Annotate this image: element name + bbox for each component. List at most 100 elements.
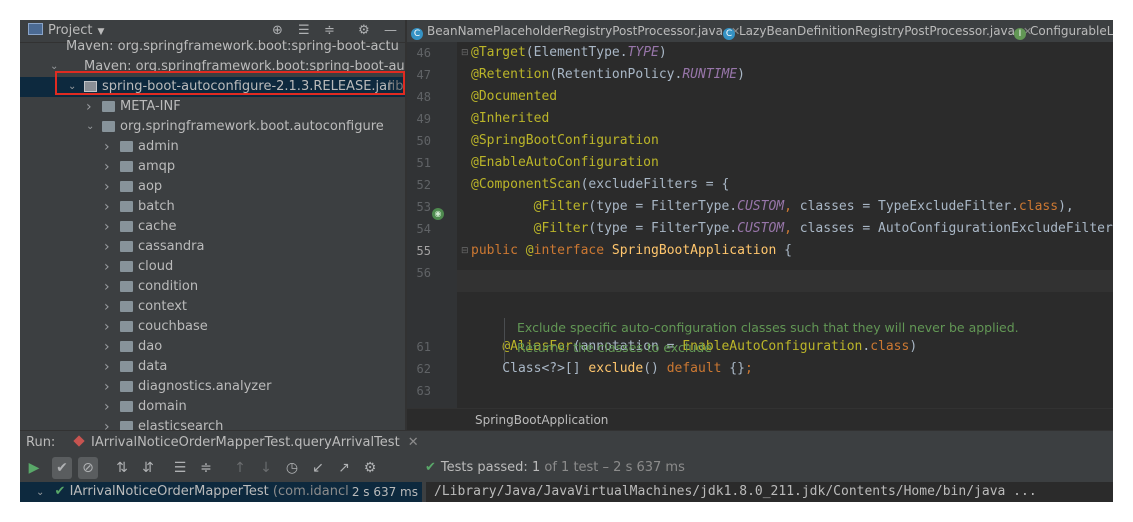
folder-icon [120, 401, 133, 412]
line-number: 63 [416, 384, 431, 398]
rerun-icon[interactable]: ▶ [24, 454, 44, 482]
chevron-right-icon[interactable]: › [104, 157, 110, 177]
show-ignored-icon[interactable]: ⊘ [78, 457, 98, 479]
folder-icon [102, 101, 115, 112]
fold-icon[interactable]: ⊟ [461, 246, 469, 256]
chevron-down-icon[interactable]: ⌄ [86, 117, 94, 137]
tree-item[interactable]: › batch [20, 197, 405, 217]
breadcrumb-item[interactable]: SpringBootApplication [475, 409, 608, 430]
tree-item[interactable]: › couchbase [20, 317, 405, 337]
fold-icon[interactable]: ⊟ [461, 48, 469, 58]
sort-alpha-icon[interactable]: ⇅ [112, 454, 132, 482]
arrow-up-icon[interactable]: ↑ [230, 454, 250, 482]
line-number: 61 [416, 340, 431, 354]
run-tab-label: IArrivalNoticeOrderMapperTest.queryArriv… [91, 435, 400, 450]
tree-item[interactable]: › context [20, 297, 405, 317]
test-duration: 2 s 637 ms [351, 485, 418, 499]
expand-all-icon[interactable]: ☰ [170, 454, 190, 482]
tree-item[interactable]: ⌄ org.springframework.boot.autoconfigure [20, 117, 405, 137]
chevron-right-icon[interactable]: › [104, 417, 110, 430]
line-number: 54 [416, 222, 431, 236]
breadcrumb[interactable]: SpringBootApplication [407, 408, 1113, 430]
tree-item-label: dao [138, 339, 163, 354]
tree-item-label: condition [138, 279, 199, 294]
tree-item[interactable]: › META-INF [20, 97, 405, 117]
chevron-right-icon[interactable]: › [104, 297, 110, 317]
test-name: IArrivalNoticeOrderMapperTest [69, 484, 269, 499]
code-line: @Documented [471, 89, 558, 104]
check-icon: ✔ [425, 460, 436, 475]
chevron-down-icon[interactable]: ⌄ [36, 487, 44, 498]
tree-item-label: cloud [138, 259, 174, 274]
chevron-right-icon[interactable]: › [104, 377, 110, 397]
sort-duration-icon[interactable]: ⇵ [138, 454, 158, 482]
chevron-right-icon[interactable]: › [104, 217, 110, 237]
tree-item[interactable]: › cache [20, 217, 405, 237]
chevron-right-icon[interactable]: › [104, 357, 110, 377]
chevron-right-icon[interactable]: › [104, 177, 110, 197]
collapse-all-icon[interactable]: ≑ [196, 454, 216, 482]
chevron-right-icon[interactable]: › [104, 257, 110, 277]
tree-item[interactable]: › aop [20, 177, 405, 197]
chevron-right-icon[interactable]: › [104, 337, 110, 357]
tree-item[interactable]: Maven: org.springframework.boot:spring-b… [20, 37, 405, 57]
tree-item[interactable]: › elasticsearch [20, 417, 405, 430]
line-number: 51 [416, 156, 431, 170]
tree-item-label: aop [138, 179, 163, 194]
bean-icon[interactable]: ◉ [432, 208, 444, 220]
chevron-right-icon[interactable]: › [86, 97, 92, 117]
chevron-right-icon[interactable]: › [104, 137, 110, 157]
tree-item[interactable]: › admin [20, 137, 405, 157]
folder-icon [120, 181, 133, 192]
code-line: @Target(ElementType.TYPE) [471, 45, 667, 60]
folder-icon [120, 281, 133, 292]
code-line: @Filter(type = FilterType.CUSTOM, classe… [533, 199, 1074, 214]
tree-item[interactable]: › dao [20, 337, 405, 357]
line-number: 56 [416, 266, 431, 280]
tree-item[interactable]: › cassandra [20, 237, 405, 257]
line-number: 55 [416, 244, 431, 258]
tree-item[interactable]: › domain [20, 397, 405, 417]
console-line: /Library/Java/JavaVirtualMachines/jdk1.8… [434, 484, 1037, 499]
tree-item[interactable]: › amqp [20, 157, 405, 177]
chevron-right-icon[interactable]: › [104, 277, 110, 297]
show-passed-icon[interactable]: ✔ [52, 457, 72, 479]
tree-item[interactable]: › diagnostics.analyzer [20, 377, 405, 397]
editor-tab[interactable]: C BeanNamePlaceholderRegistryPostProcesso… [411, 20, 740, 42]
close-icon[interactable]: ✕ [408, 435, 419, 450]
console-output[interactable]: /Library/Java/JavaVirtualMachines/jdk1.8… [426, 482, 1113, 502]
rendered-doc-comment: Exclude specific auto-configuration clas… [504, 318, 1113, 362]
folder-icon [120, 321, 133, 332]
folder-icon [120, 161, 133, 172]
tree-item-label: batch [138, 199, 175, 214]
code-line: @Inherited [471, 111, 550, 126]
code-editor[interactable]: 46 @Target(ElementType.TYPE) 47 @Retention(… [407, 42, 1113, 430]
tree-item-label: diagnostics.analyzer [138, 379, 272, 394]
tree-item[interactable]: › data [20, 357, 405, 377]
run-tab[interactable]: IArrivalNoticeOrderMapperTest.queryArriv… [73, 431, 419, 455]
test-package: (com.idancl [272, 484, 349, 499]
tree-item-label: admin [138, 139, 179, 154]
import-icon[interactable]: ↙ [308, 454, 328, 482]
editor-tab[interactable]: I ConfigurableLis [1014, 20, 1113, 42]
tree-item[interactable]: › cloud [20, 257, 405, 277]
history-icon[interactable]: ◷ [282, 454, 302, 482]
code-line: @Retention(RetentionPolicy.RUNTIME) [471, 67, 745, 82]
library-icon [48, 41, 61, 52]
export-icon[interactable]: ↗ [334, 454, 354, 482]
test-config-icon [73, 435, 85, 447]
code-line: @SpringBootConfiguration [471, 133, 659, 148]
arrow-down-icon[interactable]: ↓ [256, 454, 276, 482]
chevron-right-icon[interactable]: › [104, 397, 110, 417]
chevron-right-icon[interactable]: › [104, 197, 110, 217]
run-toolbar: ▶ ✔ ⊘ ⇅ ⇵ ☰ ≑ ↑ ↓ ◷ ↙ ↗ ⚙ ✔ Tests passed:… [20, 454, 1113, 482]
test-tree-row[interactable]: ⌄ ✔ IArrivalNoticeOrderMapperTest (com.i… [20, 482, 422, 502]
tree-item-label: elasticsearch [138, 419, 224, 430]
folder-icon [120, 261, 133, 272]
folder-icon [120, 241, 133, 252]
chevron-right-icon[interactable]: › [104, 237, 110, 257]
gear-icon[interactable]: ⚙ [360, 454, 380, 482]
editor-tab[interactable]: C LazyBeanDefinitionRegistryPostProcessor… [723, 20, 1032, 42]
chevron-right-icon[interactable]: › [104, 317, 110, 337]
tree-item[interactable]: › condition [20, 277, 405, 297]
